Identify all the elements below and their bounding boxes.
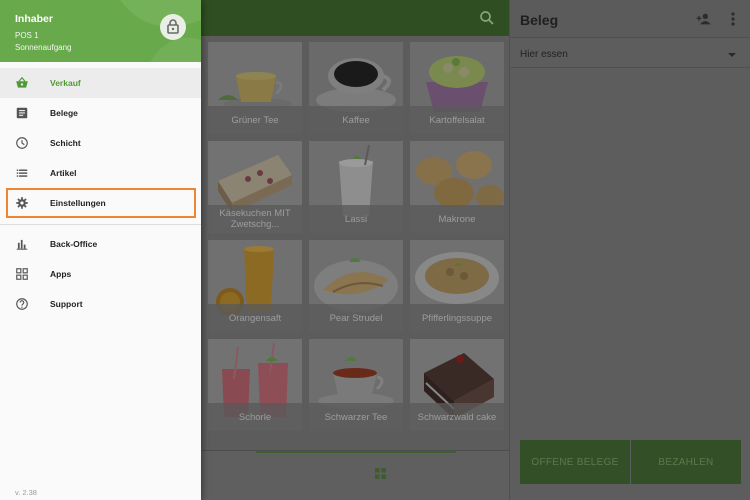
category-bar: [202, 450, 509, 500]
drawer-item-label: Schicht: [50, 138, 81, 148]
product-tile[interactable]: Orangensaft: [208, 240, 302, 332]
open-tickets-button[interactable]: OFFENE BELEGE: [520, 440, 630, 484]
drawer-header: Inhaber POS 1 Sonnenaufgang: [0, 0, 201, 62]
clock-icon: [16, 137, 28, 149]
drawer-item-belege[interactable]: Belege: [0, 98, 201, 128]
more-vert-icon[interactable]: [728, 11, 738, 27]
grid-icon[interactable]: [375, 468, 386, 479]
product-grid: Grüner Tee Kaffee Kartoffelsalat Käsekuc…: [202, 36, 509, 450]
shift-name: Sonnenaufgang: [15, 43, 72, 52]
product-tile[interactable]: Schwarzer Tee: [309, 339, 403, 431]
ticket-panel: Beleg Hier essen OFFENE BELEGE BEZAHLEN: [509, 0, 750, 500]
add-customer-icon[interactable]: [696, 11, 712, 27]
drawer-item-back-office[interactable]: Back-Office: [0, 229, 201, 259]
product-tile[interactable]: Makrone: [410, 141, 504, 233]
basket-icon: [16, 76, 28, 88]
product-tile[interactable]: Schwarzwald cake: [410, 339, 504, 431]
pay-button[interactable]: BEZAHLEN: [631, 440, 741, 484]
dropdown-caret-icon: [728, 53, 736, 57]
drawer-item-label: Artikel: [50, 168, 77, 178]
product-tile[interactable]: Schorle: [208, 339, 302, 431]
product-name: Käsekuchen MIT Zwetschg...: [208, 205, 302, 233]
dining-option-value: Hier essen: [520, 49, 568, 60]
product-tile[interactable]: Kaffee: [309, 42, 403, 134]
list-icon: [16, 169, 28, 177]
drawer-item-label: Apps: [50, 269, 72, 279]
drawer-item-label: Verkauf: [50, 78, 81, 88]
apps-icon: [16, 268, 28, 280]
product-tile[interactable]: Kartoffelsalat: [410, 42, 504, 134]
product-name: Orangensaft: [208, 304, 302, 332]
lock-icon: [167, 19, 179, 34]
drawer-item-einstellungen[interactable]: Einstellungen: [6, 188, 196, 218]
gear-icon: [16, 197, 28, 209]
product-name: Pfifferlingssuppe: [410, 304, 504, 332]
product-tile[interactable]: Grüner Tee: [208, 42, 302, 134]
product-tile[interactable]: Lassi: [309, 141, 403, 233]
receipt-icon: [16, 107, 28, 119]
product-name: Schwarzer Tee: [309, 403, 403, 431]
product-name: Schorle: [208, 403, 302, 431]
drawer-item-verkauf[interactable]: Verkauf: [0, 68, 201, 98]
category-tab-indicator: [256, 451, 456, 453]
drawer-item-support[interactable]: Support: [0, 289, 201, 319]
product-tile[interactable]: Pfifferlingssuppe: [410, 240, 504, 332]
lock-button[interactable]: [160, 14, 186, 40]
ticket-header: Beleg: [510, 0, 750, 38]
drawer-divider: [0, 224, 201, 225]
help-icon: [16, 298, 28, 310]
product-name: Pear Strudel: [309, 304, 403, 332]
drawer-item-label: Back-Office: [50, 239, 98, 249]
drawer-item-artikel[interactable]: Artikel: [0, 158, 201, 188]
product-name: Grüner Tee: [208, 106, 302, 134]
product-tile[interactable]: Käsekuchen MIT Zwetschg...: [208, 141, 302, 233]
drawer-item-label: Einstellungen: [50, 198, 106, 208]
drawer-item-label: Belege: [50, 108, 78, 118]
product-name: Kartoffelsalat: [410, 106, 504, 134]
bar-chart-icon: [16, 239, 28, 250]
app-version: v. 2.38: [15, 488, 37, 497]
pos-name: POS 1: [15, 31, 39, 40]
drawer-item-label: Support: [50, 299, 83, 309]
product-name: Lassi: [309, 205, 403, 233]
search-icon[interactable]: [478, 9, 496, 27]
drawer-item-schicht[interactable]: Schicht: [0, 128, 201, 158]
product-name: Schwarzwald cake: [410, 403, 504, 431]
user-name: Inhaber: [15, 13, 53, 25]
ticket-title: Beleg: [520, 12, 559, 28]
product-name: Makrone: [410, 205, 504, 233]
dining-option-select[interactable]: Hier essen: [510, 42, 750, 68]
navigation-drawer: Inhaber POS 1 Sonnenaufgang Verkauf Bele…: [0, 0, 201, 500]
product-name: Kaffee: [309, 106, 403, 134]
drawer-item-apps[interactable]: Apps: [0, 259, 201, 289]
product-tile[interactable]: Pear Strudel: [309, 240, 403, 332]
